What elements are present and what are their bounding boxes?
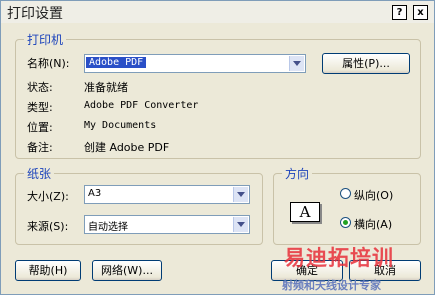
status-label: 状态:: [27, 81, 53, 94]
type-value: Adobe PDF Converter: [84, 100, 199, 111]
type-label: 类型:: [27, 101, 53, 114]
landscape-radio[interactable]: [340, 217, 351, 228]
paper-source-label: 来源(S):: [27, 220, 69, 233]
status-value: 准备就绪: [84, 81, 128, 94]
paper-size-select[interactable]: A3: [84, 185, 250, 204]
paper-group: 纸张: [15, 165, 263, 245]
printer-name-select[interactable]: Adobe PDF: [84, 54, 306, 73]
paper-size-label: 大小(Z):: [27, 190, 69, 203]
network-button[interactable]: 网络(W)...: [92, 260, 162, 281]
comment-label: 备注:: [27, 141, 53, 154]
watermark-tagline: 射频和天线设计专家: [282, 279, 381, 292]
orientation-legend: 方向: [282, 165, 313, 182]
printer-name-label: 名称(N):: [27, 57, 70, 70]
chevron-down-icon[interactable]: [233, 187, 248, 202]
paper-size-value: A3: [88, 188, 102, 199]
landscape-label[interactable]: 横向(A): [354, 216, 392, 232]
paper-legend: 纸张: [24, 165, 55, 182]
printer-legend: 打印机: [24, 31, 67, 48]
portrait-label[interactable]: 纵向(O): [354, 187, 393, 203]
page-orientation-icon: A: [290, 202, 320, 222]
window-title: 打印设置: [7, 6, 63, 22]
properties-button[interactable]: 属性(P)...: [322, 53, 410, 74]
watermark-brand: 易迪拓培训: [284, 246, 394, 270]
chevron-down-icon[interactable]: [233, 217, 248, 232]
chevron-down-icon[interactable]: [289, 56, 304, 71]
paper-source-value: 自动选择: [88, 222, 128, 233]
print-setup-dialog: 打印设置 ? x 打印机 名称(N): Adobe PDF 属性(P)... 状…: [0, 0, 435, 295]
title-bar: 打印设置 ? x: [1, 1, 434, 23]
paper-source-select[interactable]: 自动选择: [84, 215, 250, 234]
help-button[interactable]: 帮助(H): [15, 260, 81, 281]
help-title-button[interactable]: ?: [392, 5, 407, 20]
printer-name-value: Adobe PDF: [86, 57, 147, 68]
portrait-radio[interactable]: [340, 188, 351, 199]
where-value: My Documents: [84, 120, 157, 131]
where-label: 位置:: [27, 121, 53, 134]
comment-value: 创建 Adobe PDF: [84, 141, 170, 154]
close-title-button[interactable]: x: [413, 5, 428, 20]
